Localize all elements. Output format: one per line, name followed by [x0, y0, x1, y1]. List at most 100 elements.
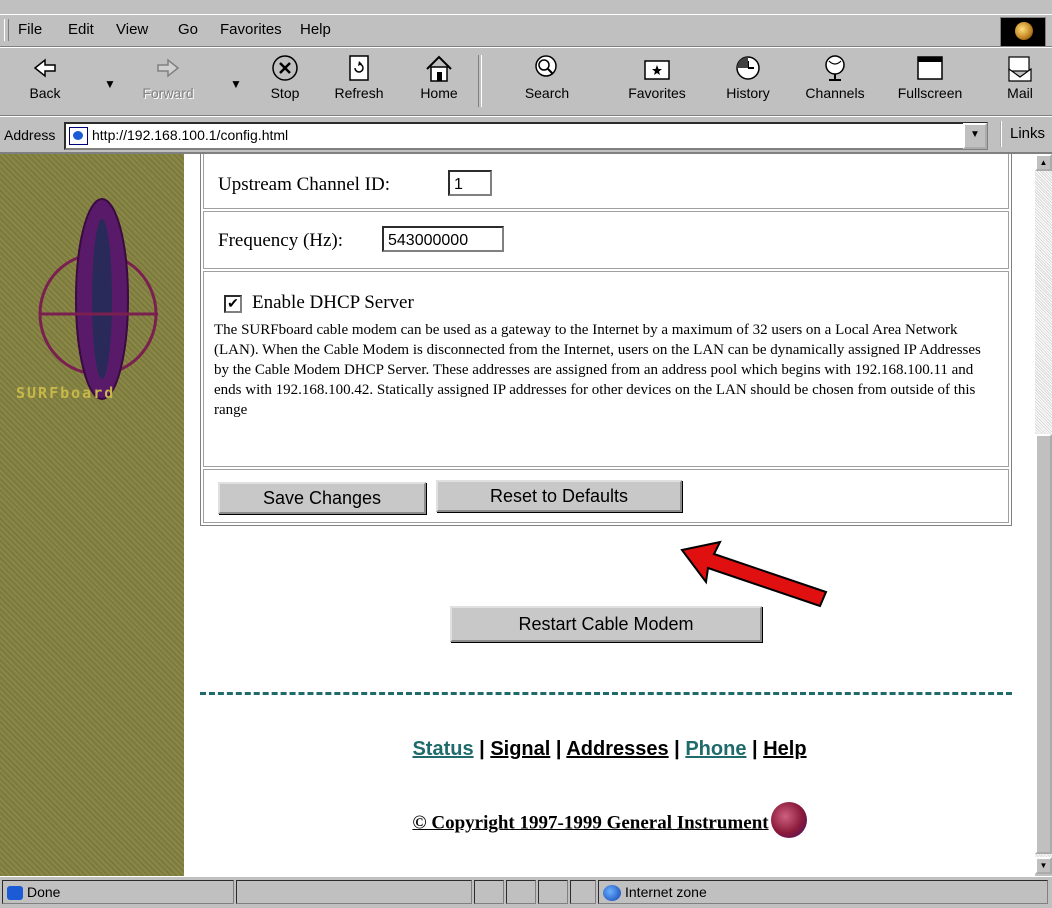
forward-button[interactable]: Forward — [128, 51, 208, 111]
page-viewport: SURFboard Upstream Channel ID: 1 Frequen… — [0, 152, 1035, 876]
back-arrow-icon — [29, 53, 61, 83]
nav-separator: | — [555, 738, 562, 760]
upstream-row: Upstream Channel ID: 1 — [203, 154, 1009, 209]
content-area: Upstream Channel ID: 1 Frequency (Hz): 5… — [184, 154, 1035, 876]
refresh-label: Refresh — [334, 85, 384, 101]
nav-signal-link[interactable]: Signal — [490, 738, 550, 760]
nav-phone-link[interactable]: Phone — [685, 738, 746, 760]
zone-text: Internet zone — [625, 884, 707, 900]
done-page-icon — [7, 886, 23, 901]
nav-addresses-link[interactable]: Addresses — [566, 738, 668, 760]
fullscreen-button[interactable]: Fullscreen — [884, 51, 976, 111]
address-dropdown-icon[interactable]: ▼ — [963, 123, 987, 149]
vertical-scrollbar[interactable]: ▲ ▼ — [1035, 152, 1052, 874]
back-label: Back — [29, 85, 61, 101]
menu-help[interactable]: Help — [300, 21, 331, 38]
config-form-table: Upstream Channel ID: 1 Frequency (Hz): 5… — [200, 154, 1012, 526]
menu-file[interactable]: File — [18, 21, 42, 38]
back-dropdown-icon[interactable]: ▼ — [104, 77, 116, 91]
browser-window: File Edit View Go Favorites Help Back ▼ … — [0, 0, 1052, 908]
surfboard-logo-text: SURFboard — [16, 384, 116, 402]
menu-grip — [4, 19, 9, 41]
dhcp-checkbox[interactable]: ✔ — [224, 294, 242, 313]
internet-zone-globe-icon — [603, 885, 621, 902]
stop-button[interactable]: Stop — [254, 51, 316, 111]
mail-icon — [1004, 53, 1036, 83]
status-cell — [570, 880, 596, 904]
dashed-divider — [200, 692, 1012, 695]
frequency-row: Frequency (Hz): 543000000 — [203, 211, 1009, 269]
toolbar: Back ▼ Forward ▼ Stop Refresh Home Searc… — [0, 46, 1052, 116]
search-icon — [531, 53, 563, 83]
upstream-channel-input[interactable]: 1 — [448, 170, 492, 196]
forward-dropdown-icon[interactable]: ▼ — [230, 77, 242, 91]
scroll-thumb[interactable] — [1035, 434, 1052, 854]
address-url[interactable]: http://192.168.100.1/config.html — [92, 127, 288, 143]
status-cell — [474, 880, 504, 904]
status-cell — [506, 880, 536, 904]
status-cell — [538, 880, 568, 904]
status-text: Done — [27, 884, 61, 900]
links-button[interactable]: Links — [1000, 121, 1052, 147]
fullscreen-icon — [914, 53, 946, 83]
nav-separator: | — [752, 738, 758, 760]
frequency-input[interactable]: 543000000 — [382, 226, 504, 252]
sidebar: SURFboard — [0, 154, 184, 876]
nav-status-link[interactable]: Status — [412, 738, 473, 760]
menu-favorites[interactable]: Favorites — [220, 21, 282, 38]
footer-nav: Status | Signal | Addresses | Phone | He… — [184, 738, 1035, 761]
menu-go[interactable]: Go — [178, 21, 198, 38]
copyright: © Copyright 1997-1999 General Instrument — [184, 802, 1035, 842]
stop-icon — [269, 53, 301, 83]
favorites-button[interactable]: Favorites — [614, 51, 700, 111]
back-button[interactable]: Back — [10, 51, 80, 111]
status-progress-cell — [236, 880, 472, 904]
upstream-label: Upstream Channel ID: — [218, 174, 391, 195]
home-label: Home — [420, 85, 458, 101]
dhcp-description: The SURFboard cable modem can be used as… — [214, 322, 981, 418]
status-text-cell: Done — [2, 880, 234, 904]
ie-page-icon — [69, 127, 88, 145]
address-bar: Address http://192.168.100.1/config.html… — [0, 116, 1052, 154]
favorites-label: Favorites — [628, 85, 686, 101]
favorites-folder-icon — [641, 53, 673, 83]
dhcp-label: Enable DHCP Server — [252, 292, 414, 313]
copyright-text[interactable]: © Copyright 1997-1999 General Instrument — [412, 812, 768, 833]
save-changes-button[interactable]: Save Changes — [218, 482, 426, 514]
zone-cell: Internet zone — [598, 880, 1048, 904]
history-icon — [732, 53, 764, 83]
mail-button[interactable]: Mail — [994, 51, 1046, 111]
mail-label: Mail — [1007, 85, 1033, 101]
reset-to-defaults-button[interactable]: Reset to Defaults — [436, 480, 682, 512]
search-label: Search — [524, 85, 570, 101]
red-arrow-annotation — [680, 540, 828, 608]
forward-label: Forward — [142, 85, 194, 101]
ie-throbber-icon — [1000, 17, 1046, 47]
home-button[interactable]: Home — [406, 51, 472, 111]
channels-button[interactable]: Channels — [794, 51, 876, 111]
address-input[interactable]: http://192.168.100.1/config.html ▼ — [64, 122, 988, 150]
status-bar: Done Internet zone — [0, 876, 1052, 908]
stop-label: Stop — [270, 85, 300, 101]
forward-arrow-icon — [152, 53, 184, 83]
channels-label: Channels — [805, 85, 865, 101]
dhcp-row: ✔ Enable DHCP Server The SURFboard cable … — [203, 271, 1009, 467]
dhcp-checkbox-line: ✔ Enable DHCP Server — [224, 292, 998, 314]
fullscreen-label: Fullscreen — [897, 85, 963, 101]
scroll-up-icon[interactable]: ▲ — [1035, 154, 1052, 171]
refresh-button[interactable]: Refresh — [322, 51, 396, 111]
menu-view[interactable]: View — [116, 21, 148, 38]
history-button[interactable]: History — [708, 51, 788, 111]
scroll-down-icon[interactable]: ▼ — [1035, 857, 1052, 874]
channels-satellite-icon — [819, 53, 851, 83]
nav-help-link[interactable]: Help — [763, 738, 806, 760]
history-label: History — [726, 85, 770, 101]
nav-separator: | — [479, 738, 485, 760]
general-instrument-logo-icon — [770, 802, 807, 838]
toolbar-separator — [478, 55, 482, 107]
nav-separator: | — [674, 738, 680, 760]
search-button[interactable]: Search — [494, 51, 600, 111]
home-icon — [423, 53, 455, 83]
refresh-icon — [343, 53, 375, 83]
menu-edit[interactable]: Edit — [68, 21, 94, 38]
